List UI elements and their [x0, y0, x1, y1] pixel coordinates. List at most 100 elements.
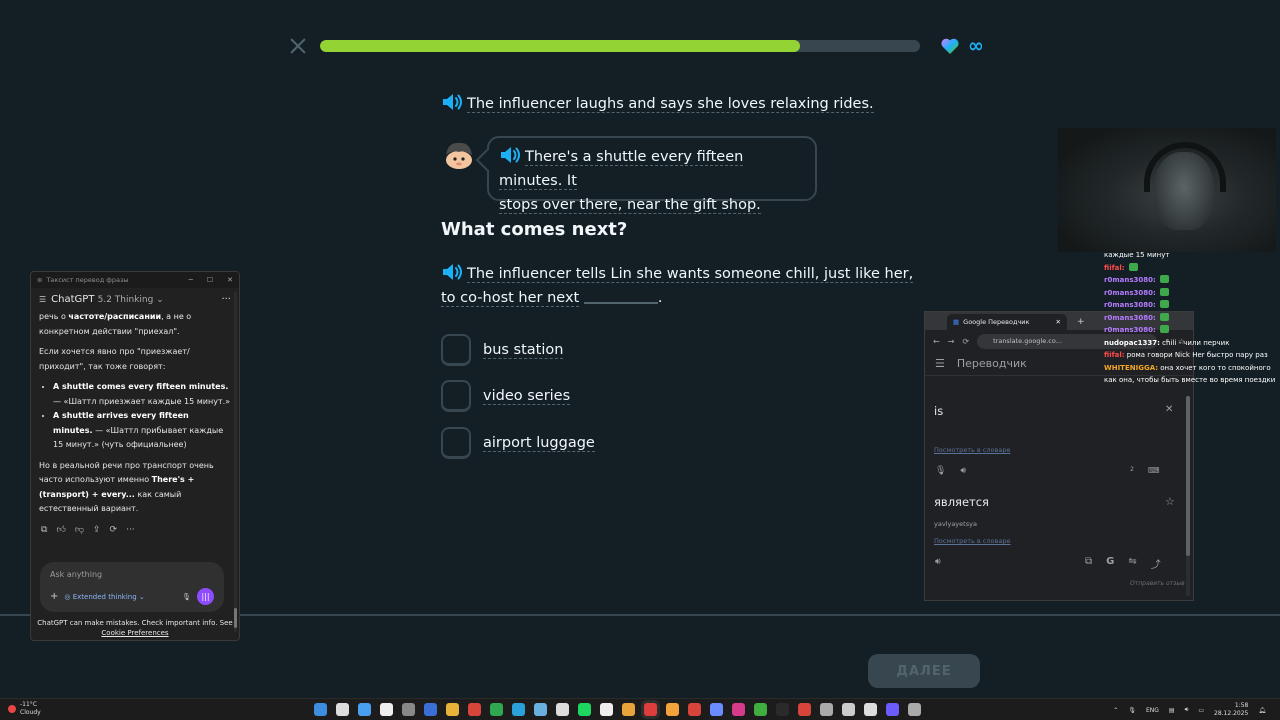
speaker-icon[interactable] — [441, 93, 463, 111]
add-icon[interactable]: + — [50, 591, 58, 602]
taskbar-app-icon[interactable] — [622, 703, 635, 716]
chat-message: r0mans3080: — [1104, 287, 1280, 300]
bubble-text-line-1[interactable]: There's a shuttle every fifteen minutes.… — [499, 149, 744, 190]
reload-icon[interactable]: ⟳ — [962, 337, 969, 346]
forward-icon[interactable]: → — [948, 337, 955, 346]
dictionary-link[interactable]: Посмотреть в словаре — [934, 446, 1010, 454]
chat-input[interactable]: Ask anything — [50, 570, 214, 579]
clear-source-icon[interactable]: ✕ — [1165, 404, 1173, 415]
taskbar-app-icon[interactable] — [490, 703, 503, 716]
thinking-mode-selector[interactable]: ◎ Extended thinking ⌄ — [64, 593, 144, 601]
network-icon[interactable]: ▤ — [1169, 707, 1175, 714]
taskbar-app-icon[interactable] — [732, 703, 745, 716]
close-lesson-button[interactable] — [289, 37, 307, 55]
dictionary-link-target[interactable]: Посмотреть в словаре — [934, 537, 1010, 545]
taskbar-app-icon[interactable] — [424, 703, 437, 716]
story-line-1-text[interactable]: The influencer laughs and says she loves… — [467, 96, 874, 113]
taskbar-app-icon[interactable] — [578, 703, 591, 716]
battery-icon[interactable]: ▭ — [1198, 707, 1204, 714]
prompt-text-line-1[interactable]: The influencer tells Lin she wants someo… — [467, 266, 914, 283]
rate-translation-icon[interactable]: ⇋ — [1128, 556, 1136, 571]
taskbar-app-icon[interactable] — [600, 703, 613, 716]
microphone-icon[interactable]: 🎙︎ — [935, 466, 946, 476]
language-indicator[interactable]: ENG — [1146, 707, 1159, 714]
option-checkbox[interactable] — [441, 380, 471, 412]
taskbar-app-icon[interactable] — [380, 703, 393, 716]
more-options-icon[interactable]: ··· — [221, 294, 231, 305]
cookie-preferences-link[interactable]: Cookie Preferences — [101, 629, 168, 637]
copy-icon[interactable]: ⧉ — [1085, 556, 1092, 571]
taskbar-app-icon[interactable] — [446, 703, 459, 716]
option-checkbox[interactable] — [441, 427, 471, 459]
translate-scrollbar[interactable] — [1186, 396, 1190, 596]
next-button[interactable]: ДАЛЕЕ — [868, 654, 980, 688]
chatgpt-input-box[interactable]: Ask anything + ◎ Extended thinking ⌄ 🎙︎ … — [40, 562, 224, 612]
voice-mode-icon[interactable]: ||| — [197, 588, 214, 605]
taskbar-app-icon[interactable] — [710, 703, 723, 716]
keyboard-icon[interactable]: ⌨ — [1148, 466, 1160, 476]
weather-widget[interactable]: -11°C Cloudy — [8, 701, 41, 717]
chatgpt-scrollbar[interactable] — [234, 292, 237, 632]
taskbar-app-icon[interactable] — [842, 703, 855, 716]
taskbar-app-icon[interactable] — [908, 703, 921, 716]
chat-text: она хочет кого то спокойного — [1158, 363, 1271, 372]
regenerate-icon[interactable]: ⟳ — [110, 525, 118, 535]
microphone-icon[interactable]: 🎙︎ — [1128, 707, 1136, 714]
model-selector[interactable]: ChatGPT 5.2 Thinking ⌄ — [51, 294, 164, 305]
thumbs-down-icon[interactable]: 👎︎ — [75, 525, 84, 535]
listen-translation-icon[interactable]: 🔊︎ — [935, 557, 941, 567]
copy-icon[interactable]: ⧉ — [41, 525, 47, 535]
taskbar-app-icon[interactable] — [314, 703, 327, 716]
share-icon[interactable]: ⇪ — [93, 525, 101, 535]
sidebar-toggle-icon[interactable]: ☰ — [39, 295, 46, 304]
bubble-text-line-2[interactable]: stops over there, near the gift shop. — [499, 197, 761, 214]
taskbar-app-icon[interactable] — [754, 703, 767, 716]
taskbar-app-icon[interactable] — [776, 703, 789, 716]
taskbar-app-icon[interactable] — [886, 703, 899, 716]
maximize-icon[interactable]: ☐ — [207, 276, 213, 284]
new-tab-icon[interactable]: + — [1077, 317, 1085, 327]
prompt-text-line-2[interactable]: to co-host her next — [441, 290, 580, 307]
microphone-icon[interactable]: 🎙︎ — [182, 593, 191, 601]
menu-icon[interactable]: ☰ — [935, 357, 945, 370]
option-airport-luggage[interactable]: airport luggage — [441, 427, 595, 459]
option-checkbox[interactable] — [441, 334, 471, 366]
taskbar-app-icon[interactable] — [688, 703, 701, 716]
source-text-input[interactable]: is — [934, 404, 943, 418]
close-icon[interactable]: ✕ — [227, 276, 233, 284]
chat-emote-icon — [1128, 262, 1138, 271]
taskbar-app-icon[interactable] — [556, 703, 569, 716]
send-feedback-link[interactable]: Отправить отзыв — [1130, 580, 1185, 587]
thumbs-up-icon[interactable]: 👍︎ — [56, 525, 65, 535]
taskbar-app-icon[interactable] — [798, 703, 811, 716]
option-label: airport luggage — [483, 434, 595, 452]
clock[interactable]: 1:58 28.12.2025 — [1214, 702, 1248, 718]
taskbar-app-icon[interactable] — [534, 703, 547, 716]
tray-overflow-icon[interactable]: ⌃ — [1113, 707, 1118, 714]
option-video-series[interactable]: video series — [441, 380, 571, 412]
taskbar-app-icon[interactable] — [666, 703, 679, 716]
save-translation-star-icon[interactable]: ☆ — [1165, 495, 1175, 508]
taskbar-app-icon[interactable] — [336, 703, 349, 716]
volume-icon[interactable]: 🔊︎ — [1185, 706, 1189, 714]
taskbar-app-icon[interactable] — [820, 703, 833, 716]
share-icon[interactable]: ⤴ — [1151, 556, 1161, 571]
close-tab-icon[interactable]: ✕ — [1056, 318, 1061, 326]
chat-message: как она, чтобы быть вместе во время поез… — [1104, 374, 1280, 387]
taskbar-app-icon[interactable] — [864, 703, 877, 716]
minimize-icon[interactable]: ─ — [189, 276, 193, 284]
speaker-icon[interactable] — [441, 263, 463, 281]
speaker-icon[interactable] — [499, 146, 521, 164]
google-icon[interactable]: G — [1106, 556, 1114, 571]
taskbar-app-icon[interactable] — [468, 703, 481, 716]
taskbar-app-icon[interactable] — [644, 703, 657, 716]
option-bus-station[interactable]: bus station — [441, 334, 564, 366]
listen-source-icon[interactable]: 🔊︎ — [960, 466, 966, 476]
taskbar-app-icon[interactable] — [358, 703, 371, 716]
taskbar-app-icon[interactable] — [402, 703, 415, 716]
notifications-icon[interactable]: 🔔︎ — [1258, 707, 1266, 714]
more-icon[interactable]: ··· — [126, 525, 135, 535]
taskbar-app-icon[interactable] — [512, 703, 525, 716]
back-icon[interactable]: ← — [933, 337, 940, 346]
browser-tab[interactable]: ▦ Google Переводчик ✕ — [947, 314, 1067, 330]
